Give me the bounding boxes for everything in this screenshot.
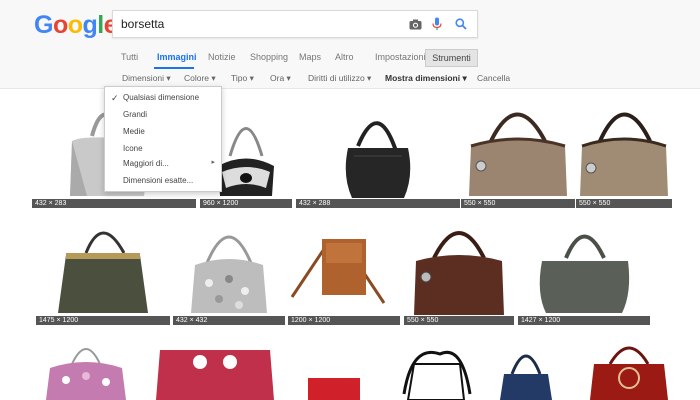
navy-handbag-image [500,354,552,400]
image-result[interactable]: 432 × 432 [173,213,285,325]
filter-size[interactable]: Dimensioni ▾ [122,73,171,84]
filter-type[interactable]: Tipo ▾ [231,73,254,84]
filter-color[interactable]: Colore ▾ [184,73,216,84]
tab-maps[interactable]: Maps [299,52,321,62]
image-result[interactable]: 1200 × 1200 [288,213,400,325]
checkmark-icon: ✓ [111,93,119,103]
image-result[interactable]: 432 × 288 [296,96,460,208]
microphone-icon[interactable] [429,16,445,32]
image-dimensions: 1427 × 1200 [518,316,650,325]
red-handbag-image [308,378,360,400]
filter-clear[interactable]: Cancella [477,73,510,83]
image-result[interactable] [584,334,674,400]
grey-handbag-image [539,234,630,313]
menu-item-large[interactable]: Grandi [123,110,147,119]
menu-item-larger-than[interactable]: Maggiori di... [123,159,169,168]
image-result[interactable]: 550 × 550 [576,96,672,208]
image-dimensions: 960 × 1200 [200,199,292,208]
image-result[interactable] [150,334,280,400]
image-dimensions: 1475 × 1200 [36,316,170,325]
tab-all[interactable]: Tutti [121,52,138,62]
brown-crossbody-bag-image [290,239,386,304]
black-white-handbag-image [402,351,472,400]
search-icon[interactable] [453,16,469,32]
filter-usage-rights[interactable]: Diritti di utilizzo ▾ [308,73,371,84]
search-box [112,10,478,38]
tab-settings[interactable]: Impostazioni [375,52,426,62]
beaded-pink-purse-image [46,348,126,400]
image-dimensions: 1200 × 1200 [288,316,400,325]
image-dimensions: 432 × 432 [173,316,285,325]
tools-button[interactable]: Strumenti [425,49,478,67]
search-tabs: Tutti Immagini Notizie Shopping Maps Alt… [0,46,700,68]
filter-show-sizes[interactable]: Mostra dimensioni ▾ [385,73,467,84]
active-tab-indicator [154,67,194,69]
image-dimensions: 550 × 550 [404,316,514,325]
image-dimensions: 432 × 283 [32,199,196,208]
tab-news[interactable]: Notizie [208,52,236,62]
google-logo[interactable]: Google [34,11,118,40]
image-result[interactable]: 1427 × 1200 [518,213,650,325]
tab-shopping[interactable]: Shopping [250,52,288,62]
image-result[interactable]: 550 × 550 [404,213,514,325]
image-result[interactable]: 1475 × 1200 [36,213,170,325]
image-result[interactable] [36,334,136,400]
brown-monogram-handbag-image [414,231,504,315]
sequin-handbag-image [191,235,267,313]
tab-images[interactable]: Immagini [157,52,197,62]
menu-item-exact-size[interactable]: Dimensioni esatte... [123,176,193,185]
image-result[interactable] [300,334,370,400]
menu-item-icon[interactable]: Icone [123,144,143,153]
tab-more[interactable]: Altro [335,52,354,62]
image-dimensions: 550 × 550 [576,199,672,208]
menu-item-medium[interactable]: Medie [123,127,145,136]
chevron-right-icon: ▸ [211,159,215,166]
image-dimensions: 550 × 550 [461,199,575,208]
pink-quilted-handbag-image [156,350,274,400]
green-frame-handbag-image [58,231,148,313]
image-result[interactable] [390,334,480,400]
camera-icon[interactable] [407,16,423,32]
image-result[interactable] [494,334,558,400]
menu-item-any-size[interactable]: Qualsiasi dimensione [123,93,199,102]
filter-bar: Dimensioni ▾ Colore ▾ Tipo ▾ Ora ▾ Dirit… [0,70,700,86]
monogram-handbag-image [580,112,668,196]
search-input[interactable] [121,15,391,33]
header: Google Tutti Immagini Notizie Shopping M… [0,0,700,89]
red-ornate-handbag-image [590,346,668,400]
filter-time[interactable]: Ora ▾ [270,73,291,84]
image-dimensions: 432 × 288 [296,199,460,208]
image-result[interactable]: 550 × 550 [461,96,575,208]
black-leather-handbag-image [345,121,411,198]
monogram-handbag-image [469,112,567,196]
size-dropdown-menu: ✓ Qualsiasi dimensione Grandi Medie Icon… [104,86,222,192]
